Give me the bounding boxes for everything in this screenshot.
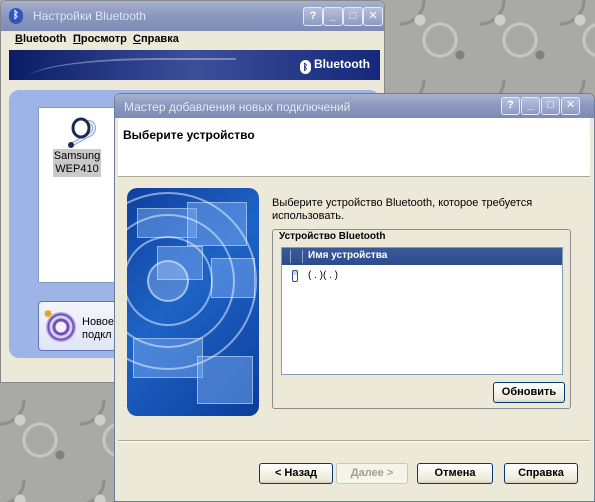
next-button[interactable]: Далее >	[336, 463, 408, 484]
help-button[interactable]: Справка	[504, 463, 578, 484]
wizard-title: Мастер добавления новых подключений	[124, 100, 351, 114]
menu-view[interactable]: Просмотр	[73, 33, 127, 45]
wizard-minimize-button[interactable]: _	[521, 97, 540, 115]
menu-bluetooth[interactable]: Bluetooth	[15, 33, 66, 45]
wizard-header: Выберите устройство	[118, 118, 590, 177]
divider	[118, 440, 590, 442]
wizard-help-title-button[interactable]: ?	[501, 97, 520, 115]
list-header: Имя устройства	[282, 248, 562, 265]
star-icon: ✸	[43, 307, 54, 321]
group-title: Устройство Bluetooth	[279, 231, 386, 242]
wizard-close-button[interactable]: ✕	[561, 97, 580, 115]
wizard-prompt: Выберите устройство Bluetooth, которое т…	[272, 197, 533, 222]
minimize-button[interactable]: _	[323, 7, 343, 26]
menu-bar: Bluetooth Просмотр Справка	[1, 31, 384, 49]
headset-icon	[68, 117, 96, 148]
back-button[interactable]: < Назад	[259, 463, 333, 484]
bluetooth-settings-titlebar[interactable]: ᛒ Настройки Bluetooth ? _ □ ✕	[1, 1, 384, 31]
maximize-button[interactable]: □	[343, 7, 363, 26]
close-button[interactable]: ✕	[363, 7, 383, 26]
bluetooth-rune-icon: ᛒ	[300, 60, 311, 74]
cancel-button[interactable]: Отмена	[417, 463, 493, 484]
refresh-button[interactable]: Обновить	[493, 382, 565, 403]
bluetooth-banner: ᛒ Bluetooth	[9, 50, 380, 80]
bluetooth-device-group: Устройство Bluetooth Имя устройства ( . …	[272, 229, 571, 409]
phone-icon	[292, 270, 298, 282]
device-name: ( . )( . )	[308, 270, 338, 281]
bluetooth-logo: ᛒ Bluetooth	[300, 57, 370, 74]
window-title: Настройки Bluetooth	[33, 9, 146, 23]
help-title-button[interactable]: ?	[303, 7, 323, 26]
bluetooth-icon: ᛒ	[9, 8, 23, 24]
wizard-illustration	[127, 188, 259, 416]
add-connection-wizard: Мастер добавления новых подключений ? _ …	[114, 93, 595, 502]
new-connection-label-2: подкл	[82, 329, 112, 341]
wizard-titlebar[interactable]: Мастер добавления новых подключений ? _ …	[115, 94, 594, 118]
wizard-maximize-button[interactable]: □	[541, 97, 560, 115]
column-header-device-name[interactable]: Имя устройства	[308, 250, 387, 261]
device-item-samsung[interactable]: Samsung WEP410	[53, 149, 101, 177]
wizard-heading: Выберите устройство	[123, 128, 255, 142]
menu-help[interactable]: Справка	[133, 33, 179, 45]
new-connection-label: Новое	[82, 316, 115, 328]
device-list[interactable]: Имя устройства ( . )( . )	[281, 247, 563, 375]
